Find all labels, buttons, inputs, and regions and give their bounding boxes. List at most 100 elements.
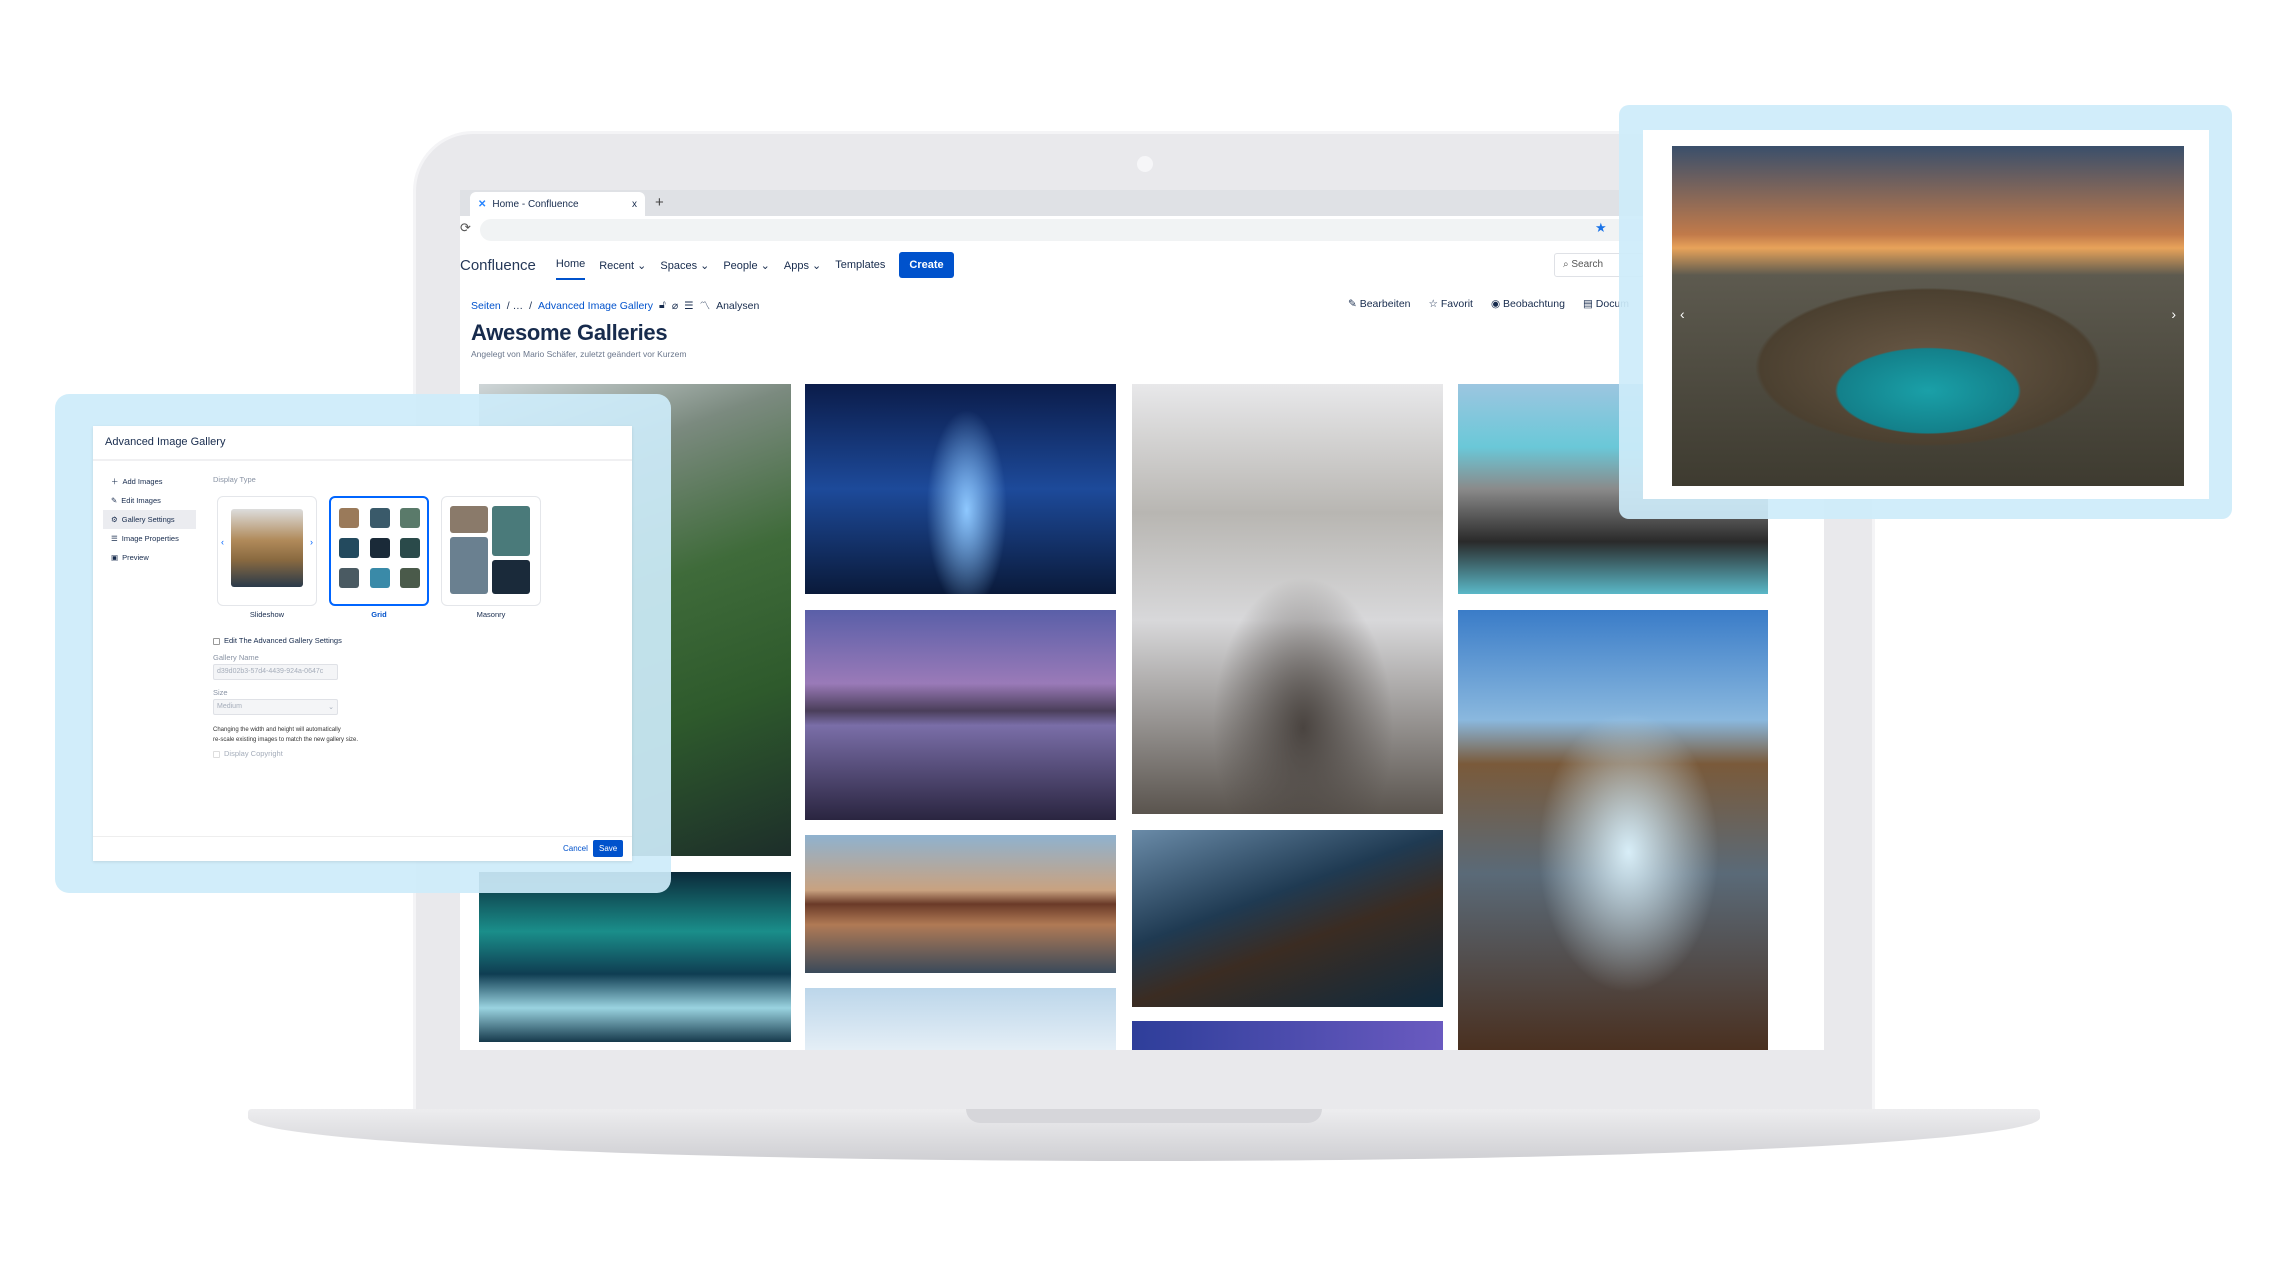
gallery-image-waterfall-night[interactable]: [805, 384, 1116, 594]
size-select[interactable]: Medium ⌄: [213, 699, 338, 715]
gallery-settings-dialog: Advanced Image Gallery ＋ Add Images ✎ Edit…: [93, 426, 632, 861]
gallery-image-sky[interactable]: [805, 988, 1116, 1050]
new-tab-button[interactable]: +: [655, 194, 664, 211]
cancel-button[interactable]: Cancel: [563, 844, 588, 853]
browser-tab[interactable]: ✕ Home - Confluence x: [470, 192, 645, 216]
plus-icon: ＋: [111, 477, 119, 486]
sidebar-item-gallery-settings[interactable]: ⚙ Gallery Settings: [103, 510, 196, 529]
page-title: Awesome Galleries: [471, 320, 668, 345]
nav-people[interactable]: People ⌄: [723, 259, 770, 272]
masonry-thumb: [450, 506, 488, 533]
list-icon[interactable]: ☰: [684, 300, 693, 312]
list-icon: ☰: [111, 534, 118, 543]
display-type-slideshow[interactable]: ‹ ›: [217, 496, 317, 606]
size-label: Size: [213, 688, 228, 697]
edit-button[interactable]: ✎ Bearbeiten: [1348, 298, 1411, 310]
grid-thumb: [400, 508, 420, 528]
slideshow-image-crater-lake: ‹ ›: [1672, 146, 2184, 486]
sidebar-item-preview[interactable]: ▣ Preview: [103, 548, 196, 567]
hint-line: Changing the width and height will autom…: [213, 727, 341, 733]
grid-thumb: [370, 508, 390, 528]
gallery-image-aurora[interactable]: [479, 872, 791, 1042]
edit-settings-checkbox[interactable]: Edit The Advanced Gallery Settings: [213, 636, 342, 645]
page-actions: ✎ Bearbeiten ☆ Favorit ◉ Beobachtung ▤ D…: [1348, 298, 1629, 310]
breadcrumb-seiten[interactable]: Seiten: [471, 300, 501, 312]
masonry-caption: Masonry: [476, 610, 506, 619]
display-type-grid[interactable]: [329, 496, 429, 606]
display-copyright-checkbox[interactable]: Display Copyright: [213, 749, 283, 758]
checkbox-box: [213, 750, 220, 758]
gallery-name-field[interactable]: d39d02b3-57d4-4439-924a-0647c: [213, 664, 338, 680]
attachment-icon[interactable]: ⌀: [672, 300, 678, 312]
size-hint: Changing the width and height will autom…: [213, 725, 358, 745]
chevron-left-icon: ‹: [221, 537, 224, 547]
grid-thumb: [400, 568, 420, 588]
edit-settings-label: Edit The Advanced Gallery Settings: [224, 636, 342, 645]
dialog-sidebar: ＋ Add Images ✎ Edit Images ⚙ Gallery Settin…: [103, 472, 196, 567]
slideshow-thumb: [231, 509, 303, 587]
tab-title: Home - Confluence: [492, 198, 579, 210]
breadcrumb-page[interactable]: Advanced Image Gallery: [538, 300, 653, 312]
chevron-down-icon: ⌄: [328, 704, 334, 711]
chevron-left-icon[interactable]: ‹: [1680, 306, 1685, 322]
footer-divider: [93, 836, 632, 837]
analytics-link[interactable]: Analysen: [716, 300, 759, 312]
sidebar-label: Gallery Settings: [121, 515, 175, 524]
sidebar-label: Image Properties: [121, 534, 179, 543]
nav-home[interactable]: Home: [555, 250, 586, 280]
display-type-masonry[interactable]: [441, 496, 541, 606]
nav-spaces[interactable]: Spaces ⌄: [660, 259, 709, 272]
edit-label: Bearbeiten: [1359, 298, 1411, 310]
preview-icon: ▣: [111, 553, 119, 562]
nav-templates[interactable]: Templates: [835, 259, 885, 271]
gallery-image-waterfall-canyon[interactable]: [1458, 610, 1768, 1050]
page-byline: Angelegt von Mario Schäfer, zuletzt geän…: [471, 349, 687, 359]
breadcrumb: Seiten / … / Advanced Image Gallery 🔓︎ ⌀…: [471, 298, 759, 313]
nav-apps[interactable]: Apps ⌄: [784, 259, 821, 272]
grid-thumb: [339, 568, 359, 588]
bookmark-star-icon[interactable]: ★: [1595, 220, 1607, 236]
divider: [93, 459, 632, 461]
grid-thumb: [370, 568, 390, 588]
size-value: Medium: [217, 703, 242, 710]
gallery-image-mountain-lake[interactable]: [805, 610, 1116, 820]
slideshow-caption: Slideshow: [249, 610, 285, 619]
favorite-button[interactable]: ☆ Favorit: [1429, 298, 1473, 310]
grid-caption: Grid: [371, 610, 387, 619]
pencil-icon: ✎: [111, 496, 118, 505]
grid-thumb: [339, 508, 359, 528]
masonry-thumb: [450, 537, 488, 594]
gallery-image-reflection[interactable]: [805, 835, 1116, 973]
gallery-image-steam-rocks[interactable]: [1132, 384, 1443, 814]
create-button[interactable]: Create: [899, 252, 954, 278]
display-type-label: Display Type: [213, 475, 256, 484]
gallery-image-blue-strip[interactable]: [1132, 1021, 1443, 1050]
search-placeholder: Search: [1571, 259, 1604, 270]
lock-icon[interactable]: 🔓︎: [659, 299, 666, 312]
sidebar-label: Preview: [122, 553, 149, 562]
nav-recent[interactable]: Recent ⌄: [599, 259, 646, 272]
laptop-notch: [966, 1109, 1322, 1123]
grid-thumb: [400, 538, 420, 558]
masonry-thumb: [492, 506, 530, 556]
confluence-logo[interactable]: Confluence: [460, 257, 536, 274]
save-button[interactable]: Save: [593, 840, 624, 857]
chevron-right-icon[interactable]: ›: [2171, 306, 2176, 322]
masonry-thumb: [492, 560, 530, 594]
sidebar-item-edit-images[interactable]: ✎ Edit Images: [103, 491, 196, 510]
gallery-name-label: Gallery Name: [213, 653, 259, 662]
gallery-image-coast[interactable]: [1132, 830, 1443, 1007]
sidebar-item-add-images[interactable]: ＋ Add Images: [103, 472, 196, 491]
close-tab-icon[interactable]: x: [632, 199, 637, 210]
hint-line: re-scale existing images to match the ne…: [213, 737, 359, 743]
analytics-icon: 〽: [699, 300, 711, 312]
reload-icon[interactable]: ⟳: [460, 220, 471, 236]
laptop-camera: [1137, 156, 1153, 172]
watch-label: Beobachtung: [1503, 298, 1565, 310]
watch-button[interactable]: ◉ Beobachtung: [1491, 298, 1565, 310]
gear-icon: ⚙: [111, 515, 118, 524]
sidebar-label: Add Images: [122, 477, 163, 486]
sidebar-item-image-properties[interactable]: ☰ Image Properties: [103, 529, 196, 548]
breadcrumb-sep: /: [529, 299, 533, 312]
breadcrumb-ellipsis[interactable]: / …: [507, 300, 523, 312]
